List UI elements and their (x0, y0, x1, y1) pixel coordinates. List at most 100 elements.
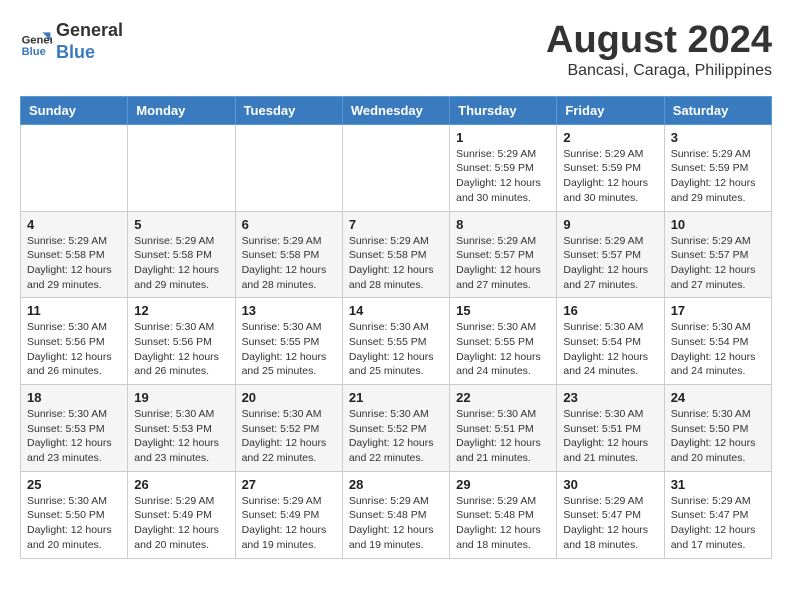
day-number: 24 (671, 390, 765, 405)
day-info: Sunrise: 5:30 AM Sunset: 5:56 PM Dayligh… (27, 320, 121, 379)
day-info: Sunrise: 5:29 AM Sunset: 5:57 PM Dayligh… (563, 234, 657, 293)
day-info: Sunrise: 5:29 AM Sunset: 5:47 PM Dayligh… (671, 494, 765, 553)
calendar-cell: 25 Sunrise: 5:30 AM Sunset: 5:50 PM Dayli… (21, 471, 128, 558)
calendar-cell: 22 Sunrise: 5:30 AM Sunset: 5:51 PM Dayli… (450, 385, 557, 472)
day-number: 22 (456, 390, 550, 405)
day-number: 28 (349, 477, 443, 492)
day-number: 12 (134, 303, 228, 318)
logo-text: General Blue (56, 20, 123, 63)
day-number: 21 (349, 390, 443, 405)
day-info: Sunrise: 5:30 AM Sunset: 5:53 PM Dayligh… (27, 407, 121, 466)
day-info: Sunrise: 5:29 AM Sunset: 5:58 PM Dayligh… (242, 234, 336, 293)
calendar-cell: 8 Sunrise: 5:29 AM Sunset: 5:57 PM Daylig… (450, 211, 557, 298)
day-info: Sunrise: 5:29 AM Sunset: 5:57 PM Dayligh… (671, 234, 765, 293)
logo-icon: General Blue (20, 26, 52, 58)
calendar-cell: 19Sunrise: 5:30 AM Sunset: 5:53 PM Dayli… (128, 385, 235, 472)
page-header: General Blue General Blue August 2024 Ba… (20, 20, 772, 80)
calendar-cell: 29 Sunrise: 5:29 AM Sunset: 5:48 PM Dayli… (450, 471, 557, 558)
calendar-cell: 23 Sunrise: 5:30 AM Sunset: 5:51 PM Dayli… (557, 385, 664, 472)
day-number: 23 (563, 390, 657, 405)
calendar-cell: 20 Sunrise: 5:30 AM Sunset: 5:52 PM Dayli… (235, 385, 342, 472)
day-info: Sunrise: 5:29 AM Sunset: 5:49 PM Dayligh… (134, 494, 228, 553)
day-info: Sunrise: 5:30 AM Sunset: 5:50 PM Dayligh… (27, 494, 121, 553)
day-number: 27 (242, 477, 336, 492)
calendar-cell (235, 124, 342, 211)
day-number: 17 (671, 303, 765, 318)
day-number: 30 (563, 477, 657, 492)
day-info: Sunrise: 5:29 AM Sunset: 5:49 PM Dayligh… (242, 494, 336, 553)
day-info: Sunrise: 5:29 AM Sunset: 5:59 PM Dayligh… (456, 147, 550, 206)
calendar-cell: 6 Sunrise: 5:29 AM Sunset: 5:58 PM Daylig… (235, 211, 342, 298)
day-info: Sunrise: 5:30 AM Sunset: 5:54 PM Dayligh… (671, 320, 765, 379)
weekday-header-tuesday: Tuesday (235, 96, 342, 124)
calendar-cell: 2Sunrise: 5:29 AM Sunset: 5:59 PM Daylig… (557, 124, 664, 211)
day-number: 25 (27, 477, 121, 492)
calendar-cell: 7 Sunrise: 5:29 AM Sunset: 5:58 PM Daylig… (342, 211, 449, 298)
calendar-cell: 13 Sunrise: 5:30 AM Sunset: 5:55 PM Dayli… (235, 298, 342, 385)
day-number: 6 (242, 217, 336, 232)
day-number: 29 (456, 477, 550, 492)
weekday-header-friday: Friday (557, 96, 664, 124)
calendar-cell (21, 124, 128, 211)
day-info: Sunrise: 5:29 AM Sunset: 5:59 PM Dayligh… (671, 147, 765, 206)
day-number: 16 (563, 303, 657, 318)
weekday-header-sunday: Sunday (21, 96, 128, 124)
day-number: 13 (242, 303, 336, 318)
day-info: Sunrise: 5:29 AM Sunset: 5:58 PM Dayligh… (349, 234, 443, 293)
calendar-cell: 4Sunrise: 5:29 AM Sunset: 5:58 PM Daylig… (21, 211, 128, 298)
day-info: Sunrise: 5:30 AM Sunset: 5:51 PM Dayligh… (456, 407, 550, 466)
day-number: 15 (456, 303, 550, 318)
day-info: Sunrise: 5:30 AM Sunset: 5:52 PM Dayligh… (242, 407, 336, 466)
day-number: 19 (134, 390, 228, 405)
calendar-cell: 3 Sunrise: 5:29 AM Sunset: 5:59 PM Daylig… (664, 124, 771, 211)
calendar-cell: 21 Sunrise: 5:30 AM Sunset: 5:52 PM Dayli… (342, 385, 449, 472)
day-info: Sunrise: 5:29 AM Sunset: 5:58 PM Dayligh… (134, 234, 228, 293)
day-number: 4 (27, 217, 121, 232)
weekday-header-wednesday: Wednesday (342, 96, 449, 124)
calendar-cell: 15Sunrise: 5:30 AM Sunset: 5:55 PM Dayli… (450, 298, 557, 385)
day-number: 20 (242, 390, 336, 405)
day-number: 3 (671, 130, 765, 145)
day-number: 11 (27, 303, 121, 318)
day-number: 2 (563, 130, 657, 145)
day-number: 5 (134, 217, 228, 232)
day-info: Sunrise: 5:30 AM Sunset: 5:55 PM Dayligh… (242, 320, 336, 379)
calendar-cell: 9 Sunrise: 5:29 AM Sunset: 5:57 PM Daylig… (557, 211, 664, 298)
calendar-week-1: 1 Sunrise: 5:29 AM Sunset: 5:59 PM Daylig… (21, 124, 772, 211)
weekday-header-row: SundayMondayTuesdayWednesdayThursdayFrid… (21, 96, 772, 124)
calendar-cell: 28Sunrise: 5:29 AM Sunset: 5:48 PM Dayli… (342, 471, 449, 558)
day-number: 18 (27, 390, 121, 405)
day-number: 9 (563, 217, 657, 232)
day-number: 10 (671, 217, 765, 232)
day-info: Sunrise: 5:30 AM Sunset: 5:50 PM Dayligh… (671, 407, 765, 466)
calendar-cell: 12Sunrise: 5:30 AM Sunset: 5:56 PM Dayli… (128, 298, 235, 385)
calendar-cell: 10 Sunrise: 5:29 AM Sunset: 5:57 PM Dayli… (664, 211, 771, 298)
calendar-cell: 30 Sunrise: 5:29 AM Sunset: 5:47 PM Dayli… (557, 471, 664, 558)
calendar-cell: 5 Sunrise: 5:29 AM Sunset: 5:58 PM Daylig… (128, 211, 235, 298)
title-block: August 2024 Bancasi, Caraga, Philippines (546, 20, 772, 80)
day-number: 26 (134, 477, 228, 492)
calendar-cell: 26 Sunrise: 5:29 AM Sunset: 5:49 PM Dayli… (128, 471, 235, 558)
calendar-week-4: 18 Sunrise: 5:30 AM Sunset: 5:53 PM Dayli… (21, 385, 772, 472)
day-info: Sunrise: 5:29 AM Sunset: 5:47 PM Dayligh… (563, 494, 657, 553)
svg-text:Blue: Blue (22, 45, 46, 57)
calendar-cell: 11 Sunrise: 5:30 AM Sunset: 5:56 PM Dayli… (21, 298, 128, 385)
day-info: Sunrise: 5:30 AM Sunset: 5:54 PM Dayligh… (563, 320, 657, 379)
day-number: 1 (456, 130, 550, 145)
location: Bancasi, Caraga, Philippines (546, 62, 772, 80)
calendar-cell: 1 Sunrise: 5:29 AM Sunset: 5:59 PM Daylig… (450, 124, 557, 211)
weekday-header-monday: Monday (128, 96, 235, 124)
day-info: Sunrise: 5:29 AM Sunset: 5:48 PM Dayligh… (456, 494, 550, 553)
day-info: Sunrise: 5:30 AM Sunset: 5:51 PM Dayligh… (563, 407, 657, 466)
calendar-cell (342, 124, 449, 211)
calendar-cell: 16 Sunrise: 5:30 AM Sunset: 5:54 PM Dayli… (557, 298, 664, 385)
month-title: August 2024 (546, 20, 772, 62)
day-info: Sunrise: 5:29 AM Sunset: 5:57 PM Dayligh… (456, 234, 550, 293)
day-info: Sunrise: 5:30 AM Sunset: 5:52 PM Dayligh… (349, 407, 443, 466)
calendar-cell (128, 124, 235, 211)
day-number: 7 (349, 217, 443, 232)
logo: General Blue General Blue (20, 20, 123, 63)
calendar-week-3: 11 Sunrise: 5:30 AM Sunset: 5:56 PM Dayli… (21, 298, 772, 385)
calendar-cell: 14Sunrise: 5:30 AM Sunset: 5:55 PM Dayli… (342, 298, 449, 385)
day-number: 8 (456, 217, 550, 232)
